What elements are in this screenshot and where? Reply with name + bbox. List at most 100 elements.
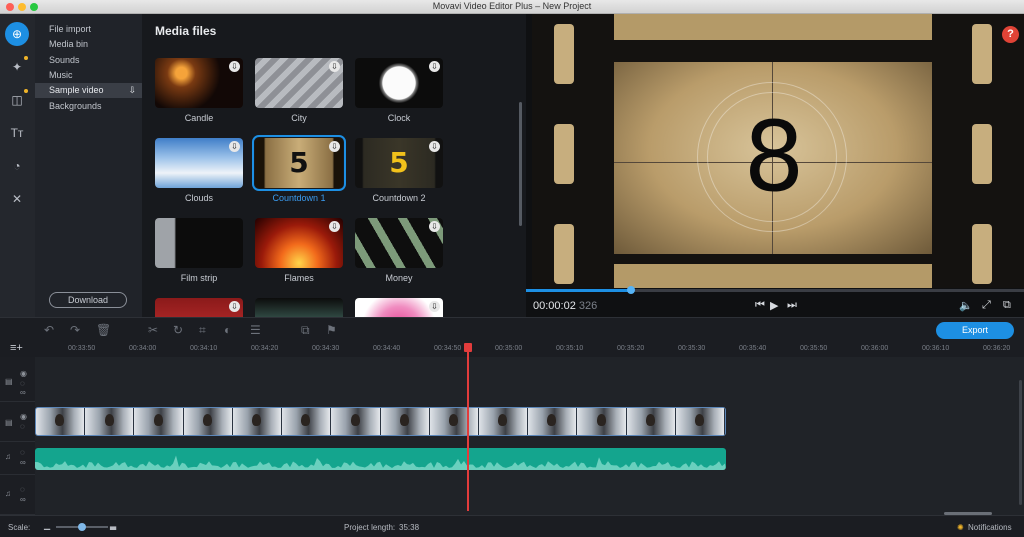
tool-icon-bar: ⊕ ✦ ◫ Tт ◔ ✕ — [0, 14, 35, 317]
visibility-icon[interactable]: ◉ — [20, 412, 27, 421]
timecode-main: 00:00:02 — [533, 300, 576, 312]
media-thumbnail[interactable]: 5 ⇩ — [355, 138, 443, 188]
ruler-tick-label: 00:34:10 — [190, 345, 218, 352]
crop-icon[interactable]: ⌗ — [199, 323, 206, 338]
media-thumbnail[interactable]: ⇩ — [155, 58, 243, 108]
media-tile[interactable]: ⇩ Clock — [355, 58, 443, 123]
mute-icon[interactable]: ◌ — [20, 448, 25, 457]
media-tile[interactable]: 5 ⇩ Countdown 1 — [252, 135, 346, 203]
titles-icon[interactable]: Tт — [5, 121, 29, 145]
skip-back-icon[interactable]: ⏮ — [755, 299, 765, 312]
sidebar-item-sample-video[interactable]: Sample video ⇩ — [35, 83, 142, 99]
sidebar-item-music[interactable]: Music — [35, 68, 142, 83]
download-icon[interactable]: ⇩ — [429, 141, 440, 152]
volume-icon[interactable]: 🔈 — [959, 299, 973, 312]
bell-icon[interactable]: ✺ — [957, 523, 964, 532]
sidebar-item-media-bin[interactable]: Media bin — [35, 37, 142, 52]
media-tile[interactable] — [255, 298, 343, 317]
timeline-ruler[interactable]: ≡+ 00:33:50 00:34:00 00:34:10 00:34:20 00:34… — [0, 341, 1024, 357]
tools-icon[interactable]: ✕ — [5, 187, 29, 211]
media-tile[interactable]: ⇩ Flames — [255, 218, 343, 283]
scale-slider[interactable] — [56, 523, 108, 531]
cut-icon[interactable]: ✂ — [148, 323, 158, 337]
sidebar-item-file-import[interactable]: File import — [35, 22, 142, 37]
zoom-out-icon[interactable]: ▁ — [44, 521, 50, 530]
export-button[interactable]: Export — [936, 322, 1014, 339]
color-adjust-icon[interactable]: ◐ — [224, 323, 231, 337]
zoom-in-icon[interactable]: ▃ — [110, 521, 116, 530]
sidebar-item-sounds[interactable]: Sounds — [35, 53, 142, 68]
media-thumbnail[interactable]: ⇩ — [355, 58, 443, 108]
download-icon[interactable]: ⇩ — [229, 301, 240, 312]
media-tile[interactable]: ⇩ Clouds — [155, 138, 243, 203]
stickers-icon[interactable]: ◔ — [5, 154, 29, 178]
download-icon[interactable]: ⇩ — [229, 61, 240, 72]
download-icon[interactable]: ⇩ — [329, 141, 340, 152]
import-icon[interactable]: ⊕ — [5, 22, 29, 46]
media-tile-label: City — [291, 113, 307, 123]
sidebar-item-backgrounds[interactable]: Backgrounds — [35, 99, 142, 114]
media-tile[interactable]: Film strip — [155, 218, 243, 283]
playhead[interactable] — [464, 343, 472, 511]
rotate-icon[interactable]: ↻ — [173, 323, 183, 337]
download-icon[interactable]: ⇩ — [429, 61, 440, 72]
download-icon[interactable]: ⇩ — [329, 221, 340, 232]
audio-clip[interactable] — [35, 448, 726, 470]
media-tile[interactable]: ⇩ Money — [355, 218, 443, 283]
lock-icon[interactable]: ∞ — [20, 458, 26, 467]
detach-preview-icon[interactable]: ⧉ — [1003, 299, 1011, 312]
clip-properties-icon[interactable]: ☰ — [250, 323, 261, 337]
media-thumbnail[interactable]: ⇩ — [255, 58, 343, 108]
lock-icon[interactable]: ∞ — [20, 388, 26, 397]
preview-progress-bar[interactable] — [526, 286, 1024, 294]
scale-slider-knob[interactable] — [78, 523, 86, 531]
skip-forward-icon[interactable]: ⏭ — [787, 299, 797, 312]
video-clip[interactable] — [35, 407, 726, 436]
play-icon[interactable]: ▶ — [770, 299, 778, 312]
countdown-overlay-digit: 5 — [289, 146, 309, 179]
redo-icon[interactable]: ↷ — [70, 323, 80, 337]
timeline-vertical-scrollbar[interactable] — [1019, 380, 1022, 505]
timeline-tracks: ▤ ◉ ◌ ∞ ▤ ◉ ◌ ♫ ◌ ∞ ♫ ◌ ∞ — [0, 357, 1024, 515]
delete-icon[interactable]: 🗑 — [96, 323, 111, 337]
magic-wand-icon[interactable]: ✦ — [5, 55, 29, 79]
visibility-icon[interactable]: ◉ — [20, 369, 27, 378]
ruler-tick-label: 00:34:30 — [312, 345, 340, 352]
mute-icon[interactable]: ◌ — [20, 422, 25, 431]
media-tile[interactable]: ⇩ — [155, 298, 243, 317]
media-tile[interactable]: ⇩ — [355, 298, 443, 317]
marker-icon[interactable]: ⚑ — [326, 323, 337, 337]
sidebar-item-label: Music — [49, 69, 73, 80]
mute-icon[interactable]: ◌ — [20, 379, 25, 388]
edit-toolbar: ↶ ↷ 🗑 ✂ ↻ ⌗ ◐ ☰ ⧉ ⚑ Export — [0, 317, 1024, 341]
download-icon[interactable]: ⇩ — [329, 61, 340, 72]
download-icon[interactable]: ⇩ — [229, 141, 240, 152]
undo-icon[interactable]: ↶ — [44, 323, 54, 337]
media-thumbnail[interactable]: ⇩ — [155, 138, 243, 188]
track-header: ▤ ◉ ◌ ∞ — [0, 357, 35, 402]
media-thumbnail[interactable] — [255, 298, 343, 317]
media-thumbnail[interactable]: 5 ⇩ — [252, 135, 346, 191]
transitions-icon[interactable]: ◫ — [5, 88, 29, 112]
mute-icon[interactable]: ◌ — [20, 485, 25, 494]
add-track-icon[interactable]: ≡+ — [10, 342, 23, 354]
download-icon[interactable]: ⇩ — [429, 221, 440, 232]
download-button[interactable]: Download — [49, 292, 127, 308]
media-scrollbar[interactable] — [519, 102, 522, 226]
media-thumbnail[interactable]: ⇩ — [255, 218, 343, 268]
overlay-icon[interactable]: ⧉ — [301, 323, 310, 338]
media-tile[interactable]: 5 ⇩ Countdown 2 — [355, 138, 443, 203]
media-thumbnail[interactable]: ⇩ — [355, 218, 443, 268]
download-icon[interactable]: ⇩ — [429, 301, 440, 312]
notifications-button[interactable]: Notifications — [968, 523, 1012, 532]
fullscreen-icon[interactable]: ⤢ — [982, 299, 991, 312]
media-thumbnail[interactable] — [155, 218, 243, 268]
help-button[interactable]: ? — [1002, 26, 1019, 43]
lock-icon[interactable]: ∞ — [20, 495, 26, 504]
media-thumbnail[interactable]: ⇩ — [155, 298, 243, 317]
progress-knob[interactable] — [626, 286, 635, 294]
media-thumbnail[interactable]: ⇩ — [355, 298, 443, 317]
media-tile[interactable]: ⇩ Candle — [155, 58, 243, 123]
media-tile[interactable]: ⇩ City — [255, 58, 343, 123]
media-tile-label: Film strip — [180, 273, 218, 283]
